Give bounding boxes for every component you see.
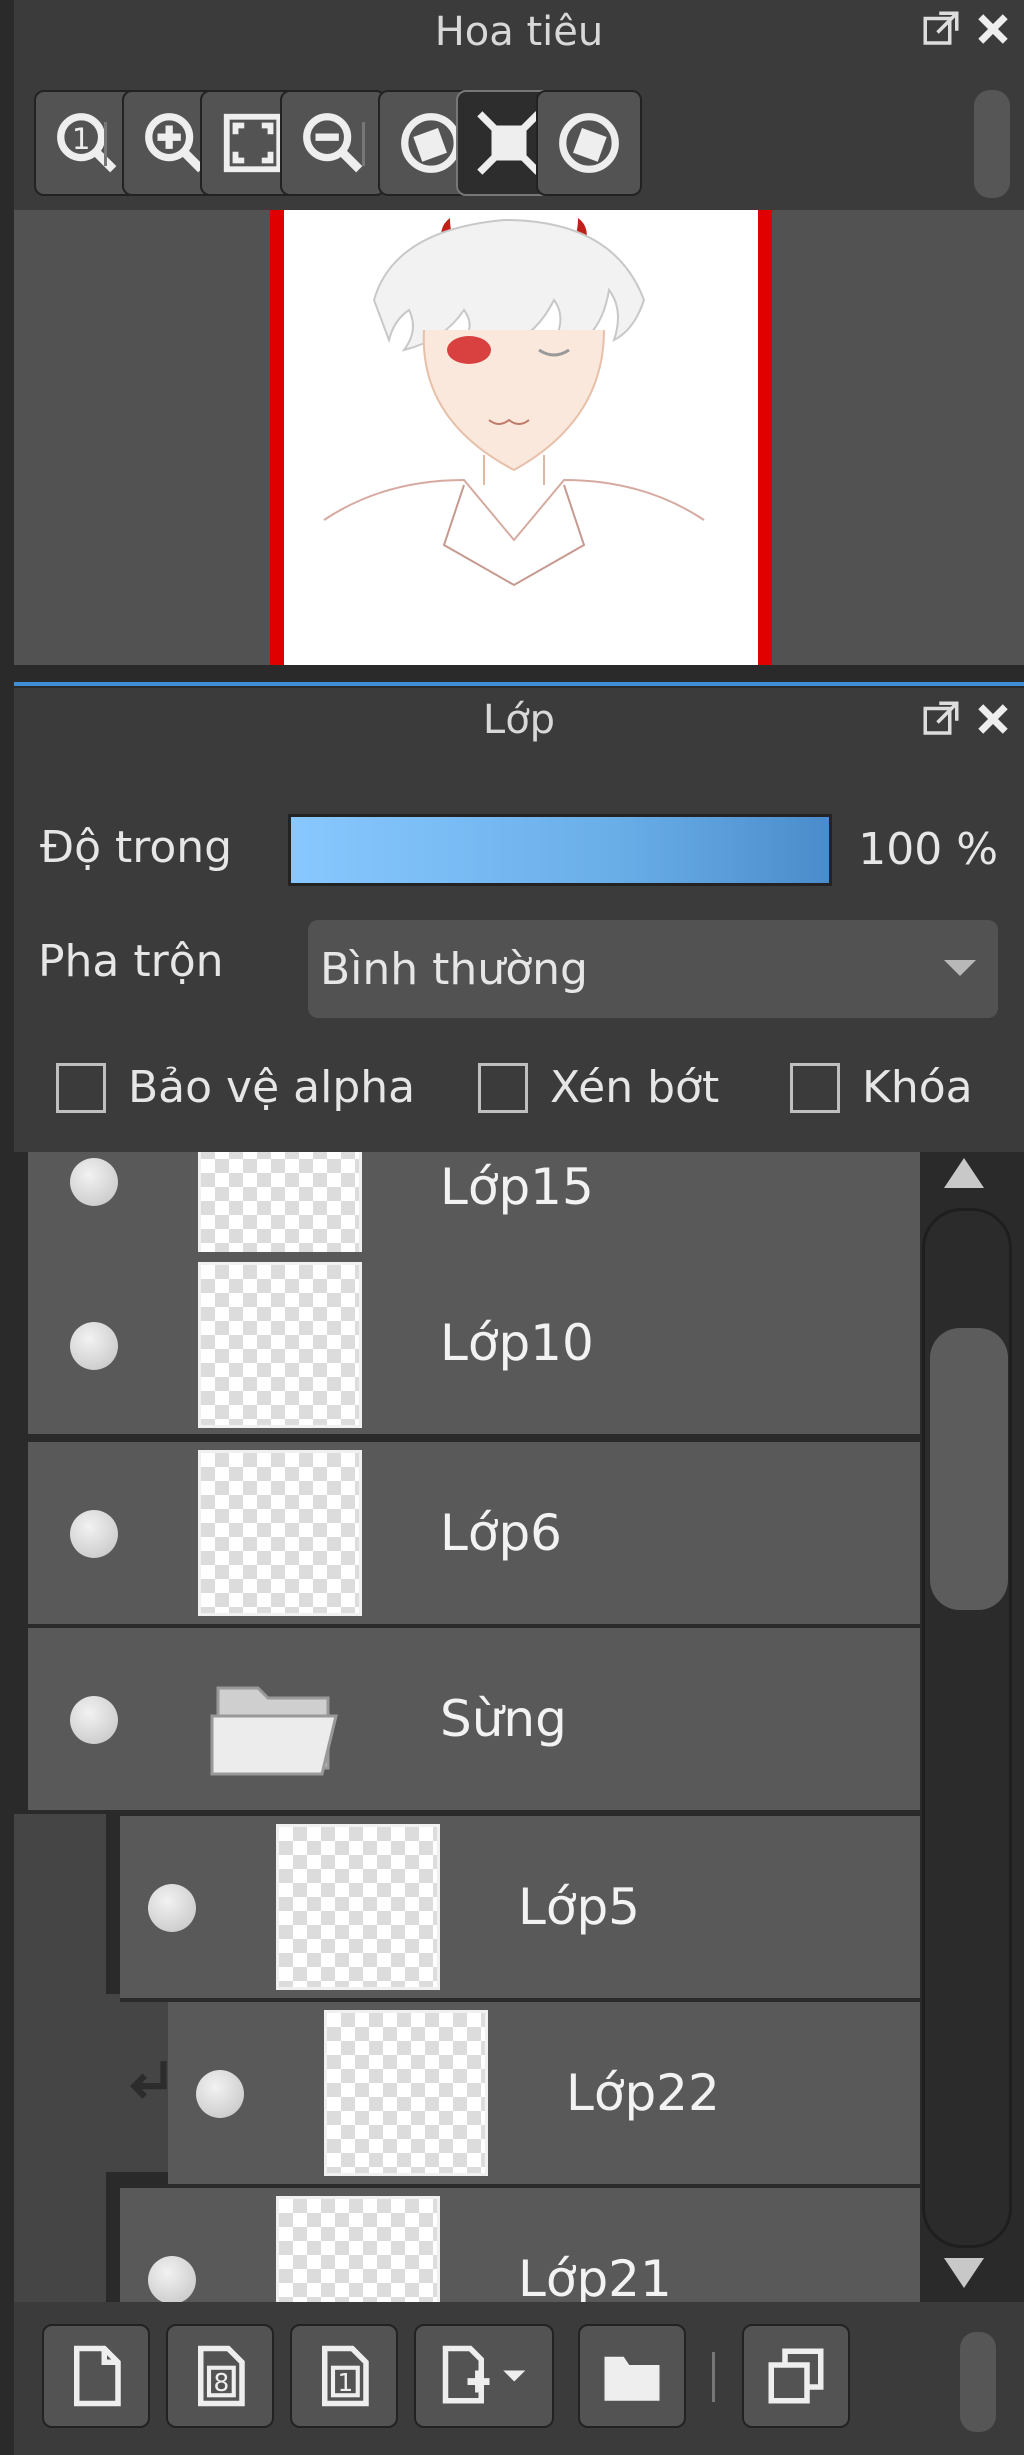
visibility-toggle-icon[interactable] <box>70 1322 118 1370</box>
layer-name: Lớp21 <box>518 2250 672 2302</box>
layers-header: Lớp <box>14 688 1024 752</box>
navigator-title: Hoa tiêu <box>434 9 604 55</box>
layer-thumbnail <box>324 2010 488 2176</box>
visibility-toggle-icon[interactable] <box>148 2256 196 2302</box>
layer-name: Lớp10 <box>440 1314 594 1372</box>
artwork-preview-image <box>323 218 705 587</box>
clipping-checkbox[interactable]: Xén bớt <box>478 1062 719 1113</box>
layer-list: Lớp15 Lớp10 Lớp6 Sừng Lớp5 Lớp22 Lớp21 <box>14 1152 920 2302</box>
visibility-toggle-icon[interactable] <box>148 1884 196 1932</box>
layer-thumbnail <box>276 1824 440 1990</box>
new-folder-icon <box>604 2356 660 2401</box>
duplicate-layer-button[interactable] <box>742 2324 850 2428</box>
layer-thumbnail <box>198 1450 362 1616</box>
new-layer-button[interactable] <box>42 2324 150 2428</box>
folder-row[interactable]: Sừng <box>28 1628 920 1814</box>
toolbar-separator <box>104 122 107 166</box>
layer-thumbnail <box>198 1152 362 1266</box>
navigator-header: Hoa tiêu <box>14 0 1024 64</box>
layer-row[interactable]: Lớp5 <box>120 1816 920 2002</box>
protect-alpha-label: Bảo vệ alpha <box>128 1062 416 1113</box>
opacity-value: 100 % <box>858 824 998 875</box>
opacity-label: Độ trong <box>40 822 233 873</box>
navigator-toolbar: 1 <box>14 64 1024 210</box>
duplicate-layer-icon <box>768 2348 824 2404</box>
new-layer-icon <box>74 2345 121 2407</box>
layer-name: Lớp15 <box>440 1158 594 1216</box>
scroll-up-arrow-icon[interactable] <box>944 1158 984 1188</box>
layer-row[interactable]: Lớp22 <box>168 2002 920 2188</box>
layer-name: Sừng <box>440 1690 567 1748</box>
zoom-out-icon <box>303 113 363 173</box>
new-8bit-layer-button[interactable]: 8 <box>166 2324 274 2428</box>
new-1bit-layer-button[interactable]: 1 <box>290 2324 398 2428</box>
checkbox-box <box>478 1062 528 1113</box>
toolbar-scroll-handle[interactable] <box>960 2332 996 2432</box>
folder-open-icon <box>210 1686 338 1776</box>
svg-text:1: 1 <box>72 122 91 156</box>
layers-title: Lớp <box>482 697 556 743</box>
layer-properties: Độ trong 100 % Pha trộn Bình thường Bảo … <box>14 784 1024 1152</box>
lock-checkbox[interactable]: Khóa <box>790 1062 973 1113</box>
layers-header-spacer <box>14 752 1024 784</box>
navigator-close-button[interactable] <box>968 4 1018 54</box>
layer-row[interactable]: Lớp6 <box>28 1442 920 1628</box>
folder-indent <box>14 1814 106 2302</box>
layer-thumbnail <box>198 1262 362 1428</box>
layer-name: Lớp6 <box>440 1504 562 1562</box>
layers-close-button[interactable] <box>968 694 1018 744</box>
panel-splitter[interactable] <box>14 682 1024 686</box>
new-1bit-layer-icon: 1 <box>322 2345 369 2407</box>
opacity-slider[interactable] <box>288 814 832 886</box>
new-8bit-layer-icon: 8 <box>198 2345 245 2407</box>
add-layer-menu-icon <box>442 2345 526 2404</box>
protect-alpha-checkbox[interactable]: Bảo vệ alpha <box>56 1062 415 1113</box>
scroll-down-arrow-icon[interactable] <box>944 2258 984 2288</box>
layer-row[interactable]: Lớp10 <box>28 1252 920 1438</box>
close-icon <box>978 704 1008 734</box>
svg-text:8: 8 <box>214 2368 230 2397</box>
view-frame-left <box>270 210 284 665</box>
new-folder-button[interactable] <box>578 2324 686 2428</box>
layer-row[interactable]: Lớp21 <box>120 2188 920 2302</box>
lock-label: Khóa <box>862 1062 973 1113</box>
visibility-toggle-icon[interactable] <box>196 2070 244 2118</box>
reset-view-icon <box>477 111 541 175</box>
toolbar-scroll-handle[interactable] <box>974 90 1010 198</box>
clipping-label: Xén bớt <box>550 1062 720 1113</box>
toolbar-separator <box>712 2352 715 2402</box>
zoom-out-button[interactable] <box>280 90 386 196</box>
layer-thumbnail <box>276 2196 440 2302</box>
toolbar-separator <box>362 122 365 166</box>
layer-name: Lớp5 <box>518 1878 640 1936</box>
svg-text:1: 1 <box>338 2368 354 2397</box>
navigator-popout-button[interactable] <box>916 4 966 54</box>
visibility-toggle-icon[interactable] <box>70 1510 118 1558</box>
canvas-thumbnail <box>284 210 758 665</box>
rotate-right-icon <box>559 113 619 173</box>
scrollbar-thumb[interactable] <box>930 1328 1008 1610</box>
popout-icon <box>923 11 959 45</box>
navigator-preview[interactable] <box>14 210 1024 665</box>
zoom-actual-size-icon: 1 <box>57 113 117 173</box>
visibility-toggle-icon[interactable] <box>70 1158 118 1206</box>
layer-toolbar: 8 1 <box>14 2302 1024 2455</box>
chevron-down-icon <box>944 960 976 976</box>
blend-mode-value: Bình thường <box>320 943 588 995</box>
view-frame-right <box>758 210 772 665</box>
rotate-right-button[interactable] <box>536 90 642 196</box>
fit-to-window-icon <box>223 113 283 173</box>
blend-mode-select[interactable]: Bình thường <box>308 920 998 1018</box>
visibility-toggle-icon[interactable] <box>70 1696 118 1744</box>
layers-popout-button[interactable] <box>916 694 966 744</box>
add-layer-menu-button[interactable] <box>414 2324 554 2428</box>
checkbox-box <box>790 1062 840 1113</box>
close-icon <box>978 14 1008 44</box>
popout-icon <box>923 701 959 735</box>
layer-name: Lớp22 <box>566 2064 720 2122</box>
checkbox-box <box>56 1062 106 1113</box>
blend-mode-label: Pha trộn <box>38 936 224 987</box>
